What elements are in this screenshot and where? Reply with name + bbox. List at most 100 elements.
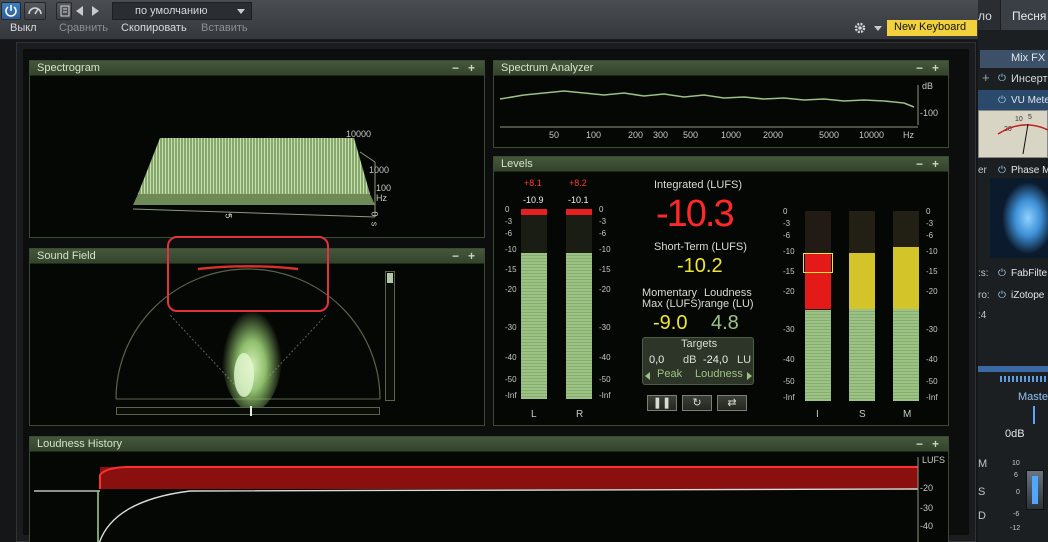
add-icon[interactable]: + bbox=[932, 437, 939, 451]
reset-button[interactable]: ↻ bbox=[682, 395, 712, 411]
correlation-bar bbox=[116, 407, 380, 415]
sound-field-panel: Sound Field − + bbox=[29, 236, 485, 426]
row-mark: :4 bbox=[978, 310, 987, 321]
minimize-icon[interactable]: − bbox=[916, 157, 923, 171]
freq-label: 10000 bbox=[346, 129, 372, 139]
meter-scale-tick: -Inf bbox=[599, 391, 611, 400]
edge-mark: D bbox=[978, 510, 986, 522]
peak-r: +8.2 bbox=[569, 178, 587, 188]
minimize-icon[interactable]: − bbox=[452, 61, 459, 75]
power-icon[interactable]: ⏻ bbox=[998, 165, 1006, 176]
time-label: 5 bbox=[223, 213, 234, 219]
compare-button[interactable]: Сравнить bbox=[59, 22, 108, 34]
meter-i-fill bbox=[805, 309, 831, 401]
panel-title: Loudness History bbox=[37, 438, 122, 450]
meter-scale-tick: -50 bbox=[926, 377, 938, 386]
tab-song[interactable]: Песня bbox=[1012, 9, 1046, 23]
copy-button[interactable]: Скопировать bbox=[121, 22, 187, 34]
meter-scale-tick: -3 bbox=[599, 217, 607, 226]
power-icon[interactable]: ⏻ bbox=[998, 268, 1006, 279]
studio-window: Выкл по умолчанию Сравнить Скопировать В… bbox=[0, 0, 1048, 542]
loudness-history-panel: Loudness History − + LUFS -20 -30 -40 bbox=[29, 436, 949, 542]
loudness-mode-label[interactable]: Loudness bbox=[695, 368, 743, 380]
fader-scale-label: -12 bbox=[1010, 525, 1021, 532]
plugin-toolbar: Выкл по умолчанию Сравнить Скопировать В… bbox=[0, 0, 978, 40]
db-label: -100 bbox=[920, 108, 939, 118]
meter-scale-tick: -20 bbox=[783, 287, 795, 296]
minimize-icon[interactable]: − bbox=[452, 249, 459, 263]
meter-s bbox=[849, 211, 875, 401]
chevron-down-icon bbox=[237, 9, 245, 14]
settings-dropdown-icon[interactable] bbox=[874, 26, 882, 31]
loudness-next-icon[interactable] bbox=[747, 372, 752, 380]
freq-tick: 5000 bbox=[819, 130, 840, 140]
bypass-button[interactable] bbox=[24, 2, 46, 20]
paste-button[interactable]: Вставить bbox=[201, 22, 248, 34]
vu-needle bbox=[997, 123, 1048, 155]
freq-tick: 1000 bbox=[721, 130, 742, 140]
izotope-label[interactable]: iZotope bbox=[1011, 290, 1044, 301]
time-unit: s bbox=[369, 221, 380, 227]
meter-r-fill bbox=[566, 252, 592, 399]
targets-box: Targets 0,0 dB -24,0 LU Peak Loudness bbox=[642, 337, 754, 385]
preset-select[interactable]: по умолчанию bbox=[112, 2, 252, 20]
add-icon[interactable]: + bbox=[468, 249, 475, 263]
freq-tick: 10000 bbox=[859, 130, 885, 140]
momentary-label: Max (LUFS) bbox=[642, 298, 702, 310]
phase-meter-label[interactable]: Phase M bbox=[1011, 165, 1048, 176]
level-side-bar bbox=[385, 271, 395, 401]
meter-l-fill bbox=[521, 252, 547, 399]
target-peak-value[interactable]: 0,0 bbox=[649, 354, 664, 366]
power-button[interactable] bbox=[1, 2, 21, 20]
insert-label: Инсерт bbox=[1011, 73, 1048, 85]
minimize-icon[interactable]: − bbox=[916, 437, 923, 451]
reset-icon: ↻ bbox=[692, 397, 702, 409]
keyboard-button[interactable]: New Keyboard bbox=[887, 20, 977, 36]
vu-meter-label[interactable]: VU Mete bbox=[1011, 95, 1048, 106]
meter-scale-tick: -6 bbox=[505, 229, 513, 238]
tab-partial[interactable]: ло bbox=[978, 9, 992, 23]
meter-r bbox=[566, 209, 592, 399]
edge-mark: M bbox=[978, 458, 988, 470]
meter-scale-tick: -20 bbox=[599, 285, 611, 294]
fabfilter-label[interactable]: FabFilte bbox=[1011, 268, 1047, 279]
meter-scale-tick: -3 bbox=[505, 217, 513, 226]
momentary-value: -9.0 bbox=[653, 312, 688, 334]
meter-scale-tick: -6 bbox=[783, 231, 791, 240]
levels-panel: Levels − + +8.1 +8.2 -10.9 -10.1 0 -3 -6 -1… bbox=[493, 156, 949, 426]
gear-icon[interactable] bbox=[853, 21, 867, 35]
meter-scale-tick: -40 bbox=[505, 353, 517, 362]
power-icon[interactable]: ⏻ bbox=[998, 290, 1006, 301]
meter-scale-tick: -30 bbox=[783, 325, 795, 334]
meter-scale-tick: -40 bbox=[926, 355, 938, 364]
meter-scale-tick: -50 bbox=[505, 375, 517, 384]
peak-mode-label[interactable]: Peak bbox=[657, 368, 682, 380]
history-scale: -20 bbox=[920, 483, 934, 493]
add-icon[interactable]: + bbox=[932, 157, 939, 171]
meter-scale-tick: -6 bbox=[926, 231, 934, 240]
add-icon[interactable]: + bbox=[468, 61, 475, 75]
next-preset-icon[interactable] bbox=[92, 6, 99, 16]
target-loudness-value[interactable]: -24,0 bbox=[703, 354, 728, 366]
meter-scale-tick: -15 bbox=[783, 267, 795, 276]
prev-preset-icon[interactable] bbox=[76, 6, 83, 16]
add-icon[interactable]: + bbox=[932, 61, 939, 75]
shortterm-value: -10.2 bbox=[677, 255, 723, 277]
history-scale: -30 bbox=[920, 503, 934, 513]
integrated-value: -10.3 bbox=[656, 193, 735, 235]
minimize-icon[interactable]: − bbox=[916, 61, 923, 75]
add-icon[interactable]: + bbox=[982, 70, 990, 85]
meter-scale-tick: -6 bbox=[599, 229, 607, 238]
power-icon[interactable]: ⏻ bbox=[998, 73, 1006, 84]
freq-tick: 500 bbox=[683, 130, 699, 140]
panel-title: Sound Field bbox=[37, 250, 96, 262]
power-icon[interactable]: ⏻ bbox=[998, 95, 1006, 106]
panel-header: Spectrum Analyzer − + bbox=[494, 61, 948, 76]
loop-button[interactable]: ⇄ bbox=[717, 395, 747, 411]
channel-label-m: M bbox=[903, 409, 912, 420]
peak-prev-icon[interactable] bbox=[645, 372, 650, 380]
pause-button[interactable]: ❚❚ bbox=[647, 395, 677, 411]
preset-menu-button[interactable] bbox=[56, 2, 72, 20]
meter-scale-tick: -20 bbox=[505, 285, 517, 294]
row-mark: ro: bbox=[978, 290, 990, 301]
